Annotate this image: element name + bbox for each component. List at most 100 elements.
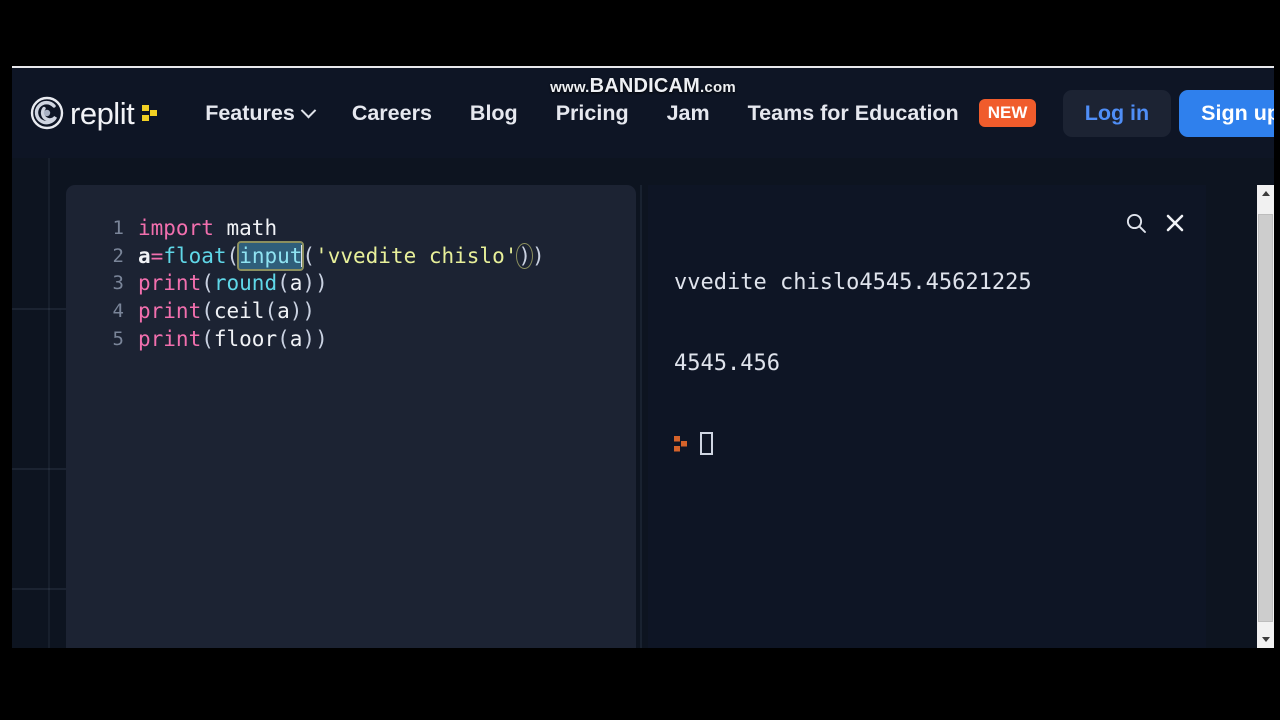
close-icon[interactable] — [1164, 212, 1186, 234]
line-number: 3 — [112, 272, 124, 295]
replit-logo[interactable]: replit — [30, 96, 158, 130]
nav-item-label: Teams for Education — [747, 100, 959, 125]
screen-root: replit Features Careers Blog Pricing Jam… — [0, 0, 1280, 720]
token-paren: ( — [264, 299, 278, 324]
token-paren: ( — [226, 243, 240, 268]
line-number: 4 — [112, 300, 124, 323]
nav-item-label: Jam — [666, 100, 710, 125]
console-output-line: vvedite chislo4545.45621225 — [674, 270, 1032, 295]
token-arg: a — [289, 271, 303, 296]
code-line[interactable]: 1 import math — [66, 215, 636, 243]
token-arg: a — [289, 326, 303, 351]
nav-item-pricing[interactable]: Pricing — [537, 101, 648, 126]
token-paren: ) — [289, 299, 303, 324]
token-operator: = — [150, 243, 164, 268]
replit-cursor-mark-icon — [142, 105, 158, 121]
token-paren: ) — [302, 299, 316, 324]
token-paren: ( — [277, 271, 290, 296]
console-prompt-row[interactable] — [674, 432, 1116, 455]
bg-seam — [12, 588, 70, 590]
token-keyword: import — [138, 216, 214, 240]
nav-item-label: Careers — [351, 100, 432, 125]
token-paren: ( — [302, 243, 316, 268]
replit-spiral-logo-icon — [30, 96, 64, 130]
page-scrollbar[interactable] — [1257, 185, 1274, 648]
code-text[interactable]: print(ceil(a)) — [138, 298, 315, 326]
token-paren: ( — [201, 326, 214, 351]
bg-seam — [12, 308, 70, 310]
token-paren: ) — [532, 243, 545, 268]
scroll-down-triangle — [1261, 637, 1270, 642]
nav-item-label: Blog — [469, 100, 518, 125]
token-keyword-print: print — [138, 271, 202, 296]
token-paren: ) — [302, 326, 316, 351]
splitter-line — [640, 185, 642, 648]
nav-item-blog[interactable]: Blog — [451, 101, 537, 126]
selected-token-input: input — [237, 240, 305, 271]
replit-prompt-chevron-icon — [674, 435, 687, 451]
console-pane[interactable]: vvedite chislo4545.45621225 4545.456 — [648, 185, 1206, 648]
token-function-round: round — [213, 271, 278, 296]
token-paren: ( — [277, 326, 290, 351]
signup-button[interactable]: Sign up — [1179, 89, 1274, 137]
token-paren: ) — [315, 326, 328, 351]
replit-page: replit Features Careers Blog Pricing Jam… — [12, 68, 1274, 648]
navbar: replit Features Careers Blog Pricing Jam… — [12, 68, 1274, 158]
new-badge: NEW — [978, 99, 1037, 127]
token-string: 'vvedite chislo' — [315, 243, 518, 268]
letterbox-bottom — [0, 648, 1280, 720]
scroll-up-triangle — [1261, 191, 1270, 196]
token-paren-match: ) — [516, 242, 533, 269]
code-editor-pane[interactable]: 1 import math 2 a=float(input('vvedite c… — [66, 185, 636, 648]
token-paren: ) — [315, 271, 328, 296]
scroll-down-arrow-icon[interactable] — [1257, 631, 1274, 648]
nav-links: Features Careers Blog Pricing Jam Teams … — [186, 99, 1055, 127]
token-paren: ( — [201, 271, 214, 296]
line-number: 1 — [112, 217, 124, 239]
token-keyword-print: print — [138, 299, 202, 324]
bg-seam — [12, 468, 70, 470]
line-number: 2 — [112, 244, 124, 267]
letterbox-top — [0, 0, 1280, 67]
line-number: 5 — [112, 327, 124, 350]
token-paren: ( — [201, 299, 214, 324]
token-paren: ) — [302, 271, 316, 296]
login-button[interactable]: Log in — [1062, 89, 1172, 137]
token-variable: a — [138, 243, 151, 268]
text-cursor-block — [700, 432, 713, 455]
token-keyword-print: print — [138, 326, 202, 351]
search-icon[interactable] — [1124, 211, 1148, 235]
pane-splitter[interactable] — [636, 185, 648, 648]
console-output: vvedite chislo4545.45621225 4545.456 — [674, 215, 1116, 509]
code-line[interactable]: 4 print(ceil(a)) — [66, 298, 636, 326]
token-module: math — [226, 216, 278, 240]
nav-item-jam[interactable]: Jam — [648, 101, 729, 126]
code-text[interactable]: import math — [138, 215, 277, 243]
nav-item-label: Features — [205, 100, 295, 125]
bg-seam — [48, 113, 50, 648]
console-output-line: 4545.456 — [674, 351, 780, 376]
nav-item-teams-for-education[interactable]: Teams for Education NEW — [729, 99, 1056, 127]
replit-logo-text: replit — [70, 95, 135, 131]
code-text[interactable]: print(round(a)) — [138, 270, 328, 298]
code-line[interactable]: 5 print(floor(a)) — [66, 326, 636, 354]
code-text[interactable]: print(floor(a)) — [138, 326, 328, 354]
nav-item-label: Pricing — [555, 100, 629, 125]
chevron-down-icon — [300, 102, 317, 118]
navbar-actions: Log in Sign up — [1062, 68, 1274, 158]
code-line[interactable]: 2 a=float(input('vvedite chislo')) — [66, 240, 636, 271]
nav-item-features[interactable]: Features — [186, 101, 333, 126]
token-arg: a — [277, 299, 290, 324]
token-function-float: float — [163, 243, 227, 268]
code-line[interactable]: 3 print(round(a)) — [66, 270, 636, 298]
code-area[interactable]: 1 import math 2 a=float(input('vvedite c… — [66, 215, 636, 353]
console-toolbar — [1124, 211, 1186, 235]
token-function-floor: floor — [213, 326, 278, 351]
scrollbar-thumb[interactable] — [1258, 214, 1273, 622]
token-function-ceil: ceil — [213, 299, 265, 324]
scrollbar-track[interactable] — [1257, 202, 1274, 631]
scroll-up-arrow-icon[interactable] — [1257, 185, 1274, 202]
code-text[interactable]: a=float(input('vvedite chislo')) — [138, 240, 545, 271]
nav-item-careers[interactable]: Careers — [333, 101, 451, 126]
